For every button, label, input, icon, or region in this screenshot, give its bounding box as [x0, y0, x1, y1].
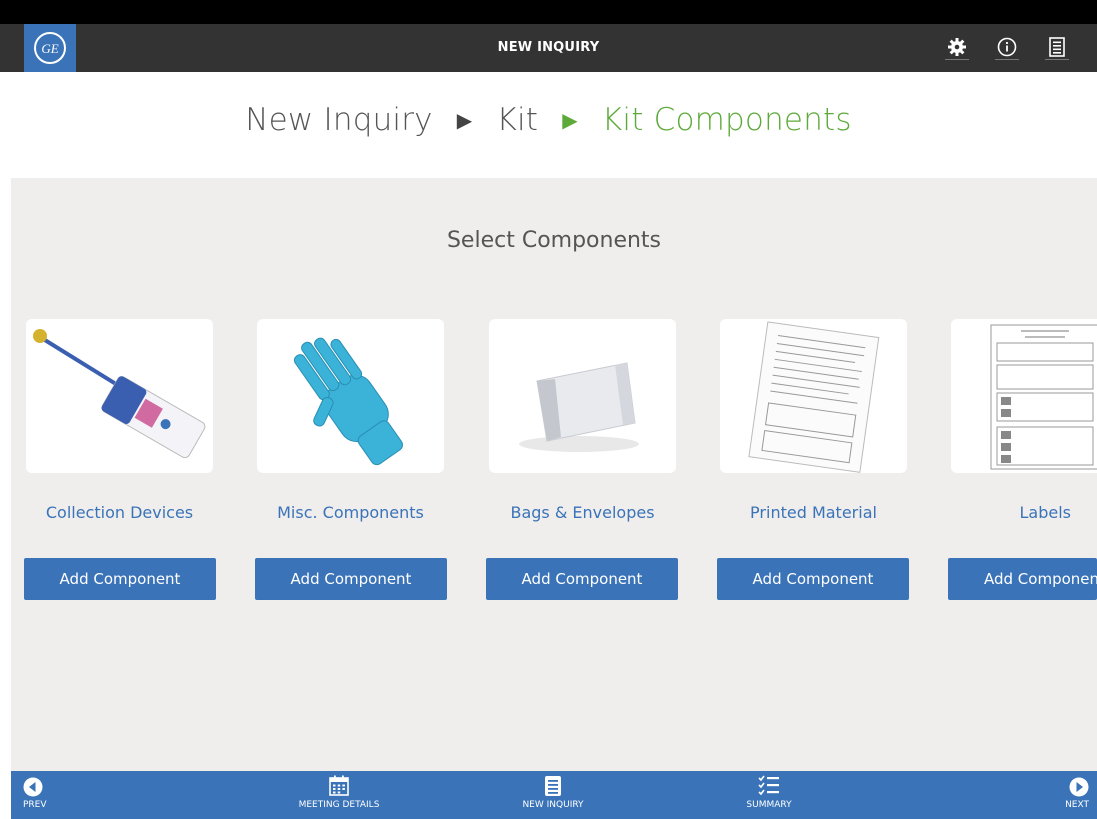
summary-label: SUMMARY — [746, 800, 792, 810]
info-icon[interactable] — [995, 36, 1019, 60]
status-strip — [0, 0, 1097, 24]
component-card-bags-envelopes[interactable]: Bags & Envelopes — [489, 319, 681, 522]
swab-device-image[interactable] — [26, 319, 213, 473]
new-inquiry-button[interactable]: NEW INQUIRY — [513, 775, 593, 810]
list-icon[interactable] — [1045, 36, 1069, 60]
arrow-right-icon: ▶ — [456, 107, 473, 132]
components-panel: Select Components Collection Devices Add… — [11, 178, 1097, 771]
breadcrumb-item-kit-components: Kit Components — [601, 101, 852, 138]
breadcrumb-item-kit[interactable]: Kit — [496, 102, 538, 138]
foil-bag-image[interactable] — [489, 319, 676, 473]
top-bar: GE NEW INQUIRY — [0, 24, 1097, 72]
bottom-nav-bar: PREV MEETING DETAILS NEW INQUIRY SUMMARY… — [11, 771, 1097, 819]
list-icon — [545, 776, 561, 796]
arrow-left-circle-icon — [23, 777, 43, 797]
checklist-icon — [758, 775, 779, 796]
breadcrumb-item-new-inquiry[interactable]: New Inquiry — [245, 102, 433, 138]
summary-button[interactable]: SUMMARY — [739, 775, 799, 810]
prev-button[interactable]: PREV — [23, 777, 47, 810]
card-label[interactable]: Bags & Envelopes — [489, 503, 676, 522]
page-title: NEW INQUIRY — [497, 40, 600, 55]
printed-form-image[interactable] — [720, 319, 907, 473]
component-card-collection-devices[interactable]: Collection Devices — [26, 319, 218, 522]
card-label[interactable]: Printed Material — [720, 503, 907, 522]
breadcrumb: New Inquiry ▶ Kit ▶ Kit Components — [0, 100, 1097, 138]
meeting-details-button[interactable]: MEETING DETAILS — [289, 775, 389, 810]
add-component-button[interactable]: Add Component — [948, 558, 1097, 600]
card-label[interactable]: Collection Devices — [26, 503, 213, 522]
add-component-button[interactable]: Add Component — [24, 558, 216, 600]
add-component-button[interactable]: Add Component — [486, 558, 678, 600]
next-button[interactable]: NEXT — [1065, 777, 1089, 810]
gear-icon[interactable] — [945, 36, 969, 60]
meeting-details-label: MEETING DETAILS — [298, 800, 380, 810]
new-inquiry-label: NEW INQUIRY — [522, 800, 584, 810]
blue-glove-image[interactable] — [257, 319, 444, 473]
arrow-right-circle-icon — [1069, 777, 1089, 797]
add-component-button[interactable]: Add Component — [255, 558, 447, 600]
card-label[interactable]: Labels — [951, 503, 1097, 522]
next-label: NEXT — [1065, 800, 1089, 810]
component-card-labels[interactable]: Labels — [951, 319, 1097, 522]
section-title: Select Components — [446, 228, 662, 253]
component-card-misc-components[interactable]: Misc. Components — [257, 319, 449, 522]
calendar-icon — [329, 775, 349, 796]
prev-label: PREV — [23, 800, 47, 810]
add-component-button[interactable]: Add Component — [717, 558, 909, 600]
component-card-printed-material[interactable]: Printed Material — [720, 319, 912, 522]
card-label[interactable]: Misc. Components — [257, 503, 444, 522]
arrow-right-icon: ▶ — [562, 107, 578, 132]
label-sheet-image[interactable] — [951, 319, 1097, 473]
